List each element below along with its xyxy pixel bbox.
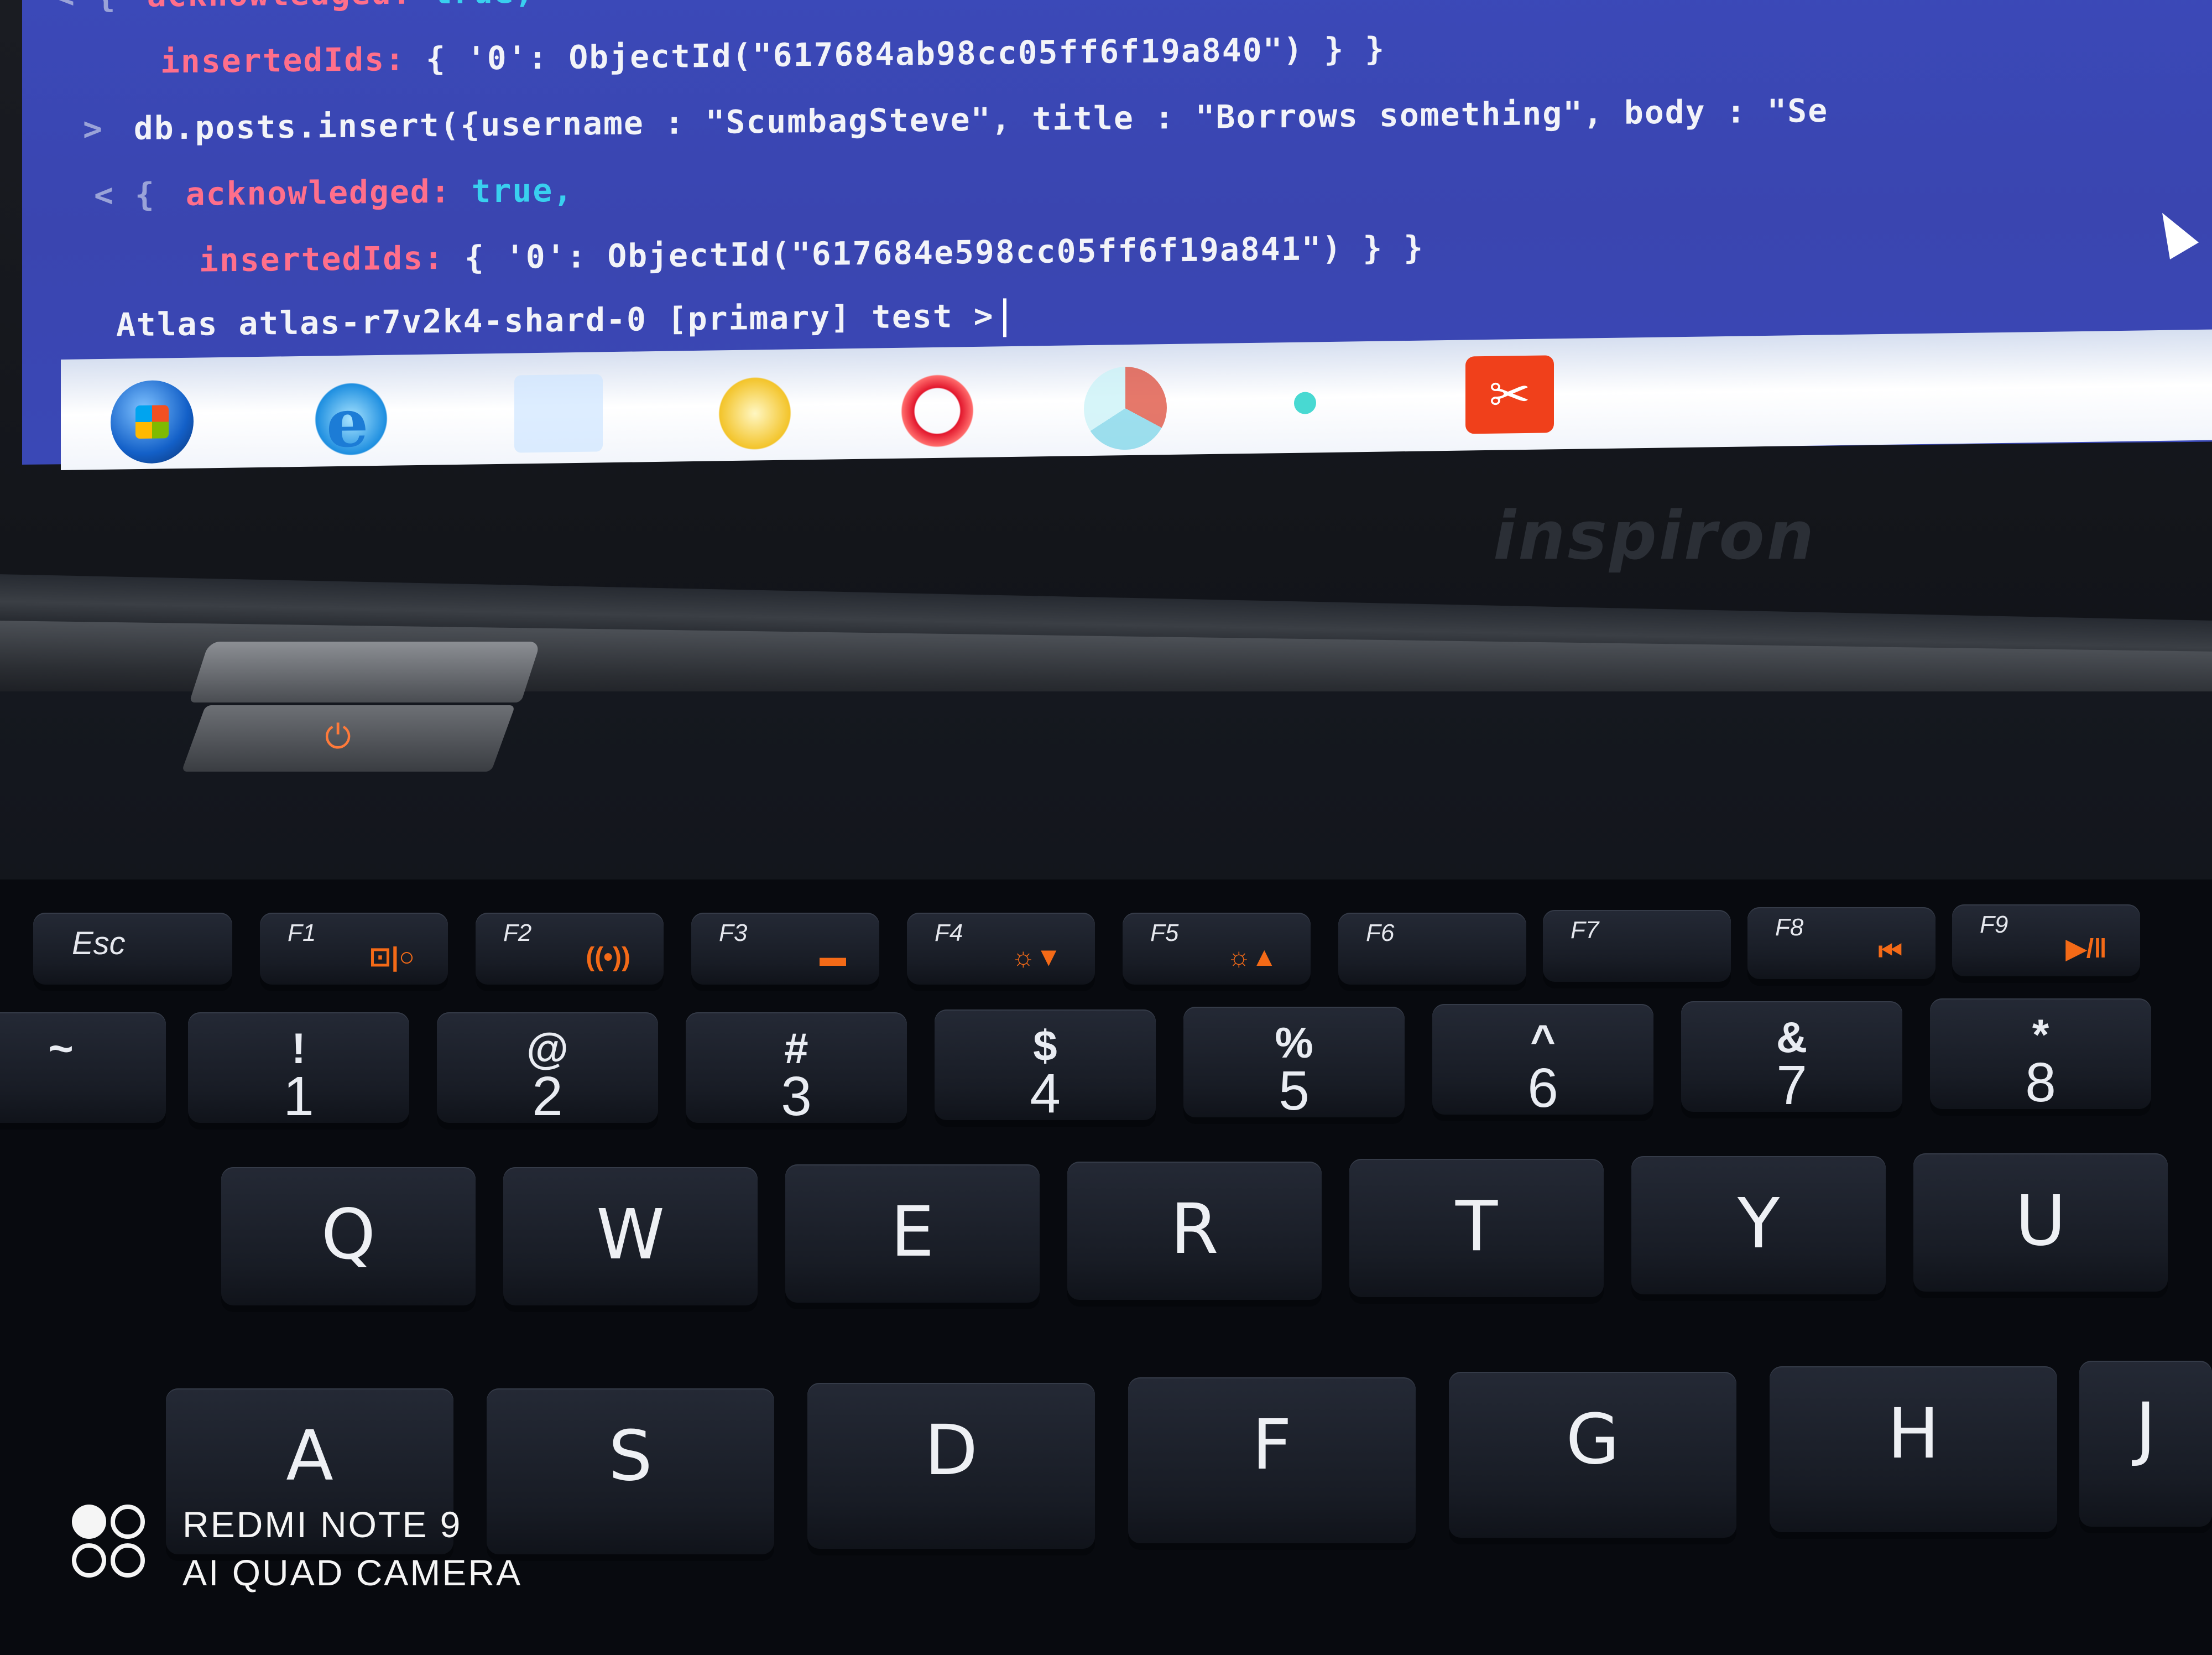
key-f6[interactable]: F6 bbox=[1338, 913, 1526, 985]
ack-key: acknowledged: bbox=[147, 0, 413, 14]
media-player-icon[interactable] bbox=[713, 371, 796, 456]
key-f4[interactable]: F4 ☼▼ bbox=[907, 913, 1095, 985]
brand-logo: inspiron bbox=[1493, 498, 1817, 575]
display-icon: ▬ bbox=[820, 943, 846, 972]
key-3[interactable]: # 3 bbox=[686, 1012, 907, 1127]
touchpad-toggle-icon: ⊡|○ bbox=[369, 943, 415, 972]
inserted-ids-key-2: insertedIds: bbox=[199, 239, 445, 279]
key-7[interactable]: & 7 bbox=[1681, 1001, 1902, 1116]
shell-prompt[interactable]: Atlas atlas-r7v2k4-shard-0 [primary] tes… bbox=[116, 296, 1006, 346]
wireless-icon: ((•)) bbox=[586, 943, 630, 972]
play-pause-icon: ▶/‖ bbox=[2065, 934, 2107, 964]
output-line-4: < { acknowledged: true, bbox=[94, 171, 574, 214]
ack-key-2: acknowledged: bbox=[185, 172, 451, 213]
key-t[interactable]: T bbox=[1349, 1159, 1604, 1297]
key-tilde[interactable]: ~ bbox=[0, 1012, 166, 1123]
key-g[interactable]: G bbox=[1449, 1372, 1736, 1538]
key-j[interactable]: J bbox=[2079, 1361, 2212, 1527]
ack-value: true, bbox=[433, 0, 535, 11]
key-w[interactable]: W bbox=[503, 1167, 758, 1305]
text-cursor bbox=[1003, 298, 1006, 337]
start-orb-icon[interactable] bbox=[111, 379, 194, 464]
key-f3[interactable]: F3 ▬ bbox=[691, 913, 879, 985]
key-f7[interactable]: F7 bbox=[1543, 910, 1731, 982]
app-dot-icon[interactable] bbox=[1294, 392, 1316, 414]
mongo-shell-output: < { acknowledged: true, insertedIds: { '… bbox=[22, 0, 2212, 360]
key-2[interactable]: @ 2 bbox=[437, 1012, 658, 1127]
key-r[interactable]: R bbox=[1067, 1162, 1322, 1300]
insert-command: db.posts.insert({username : "ScumbagStev… bbox=[133, 91, 1829, 147]
key-f8[interactable]: F8 ⏮ bbox=[1747, 907, 1936, 979]
acrobat-icon[interactable]: ✂ bbox=[1465, 355, 1554, 434]
power-icon: ⏻ bbox=[325, 717, 351, 756]
internet-explorer-icon[interactable]: e bbox=[310, 377, 393, 462]
key-h[interactable]: H bbox=[1770, 1366, 2057, 1532]
chrome-icon[interactable] bbox=[1084, 366, 1167, 451]
key-f9[interactable]: F9 ▶/‖ bbox=[1952, 904, 2140, 976]
key-6[interactable]: ^ 6 bbox=[1432, 1004, 1653, 1119]
inserted-ids-key: insertedIds: bbox=[160, 40, 406, 81]
key-y[interactable]: Y bbox=[1631, 1156, 1886, 1294]
key-1[interactable]: ! 1 bbox=[188, 1012, 409, 1127]
key-e[interactable]: E bbox=[785, 1164, 1040, 1303]
key-5[interactable]: % 5 bbox=[1183, 1007, 1405, 1122]
key-q[interactable]: Q bbox=[221, 1167, 476, 1305]
key-d[interactable]: D bbox=[807, 1383, 1095, 1549]
watermark-camera: AI QUAD CAMERA bbox=[182, 1552, 523, 1593]
watermark-model: REDMI NOTE 9 bbox=[182, 1504, 462, 1545]
key-u[interactable]: U bbox=[1913, 1153, 2168, 1292]
folder-icon[interactable] bbox=[514, 374, 603, 453]
key-f[interactable]: F bbox=[1128, 1377, 1416, 1543]
brightness-up-icon: ☼▲ bbox=[1227, 943, 1278, 972]
camera-logo-icon bbox=[66, 1499, 155, 1582]
prompt-text: Atlas atlas-r7v2k4-shard-0 [primary] tes… bbox=[116, 296, 994, 344]
key-f2[interactable]: F2 ((•)) bbox=[476, 913, 664, 985]
brightness-down-icon: ☼▼ bbox=[1011, 943, 1062, 972]
output-line-1: < { acknowledged: true, bbox=[55, 0, 535, 15]
inserted-ids-value-2: { '0': ObjectId("617684e598cc05ff6f19a84… bbox=[464, 228, 1425, 277]
opera-icon[interactable] bbox=[896, 368, 979, 453]
command-line: > db.posts.insert({username : "ScumbagSt… bbox=[83, 91, 1829, 148]
key-8[interactable]: * 8 bbox=[1930, 998, 2151, 1113]
output-line-2: insertedIds: { '0': ObjectId("617684ab98… bbox=[160, 30, 1385, 80]
key-4[interactable]: $ 4 bbox=[935, 1009, 1156, 1125]
power-button[interactable]: ⏻ bbox=[181, 705, 515, 772]
ack-value-2: true, bbox=[471, 171, 574, 210]
key-f1[interactable]: F1 ⊡|○ bbox=[260, 913, 448, 985]
key-esc[interactable]: Esc bbox=[33, 913, 232, 985]
previous-track-icon: ⏮ bbox=[1878, 936, 1902, 966]
output-line-5: insertedIds: { '0': ObjectId("617684e598… bbox=[199, 228, 1424, 279]
key-f5[interactable]: F5 ☼▲ bbox=[1123, 913, 1311, 985]
hinge bbox=[189, 642, 541, 702]
inserted-ids-value: { '0': ObjectId("617684ab98cc05ff6f19a84… bbox=[425, 30, 1386, 78]
key-s[interactable]: S bbox=[487, 1388, 774, 1554]
